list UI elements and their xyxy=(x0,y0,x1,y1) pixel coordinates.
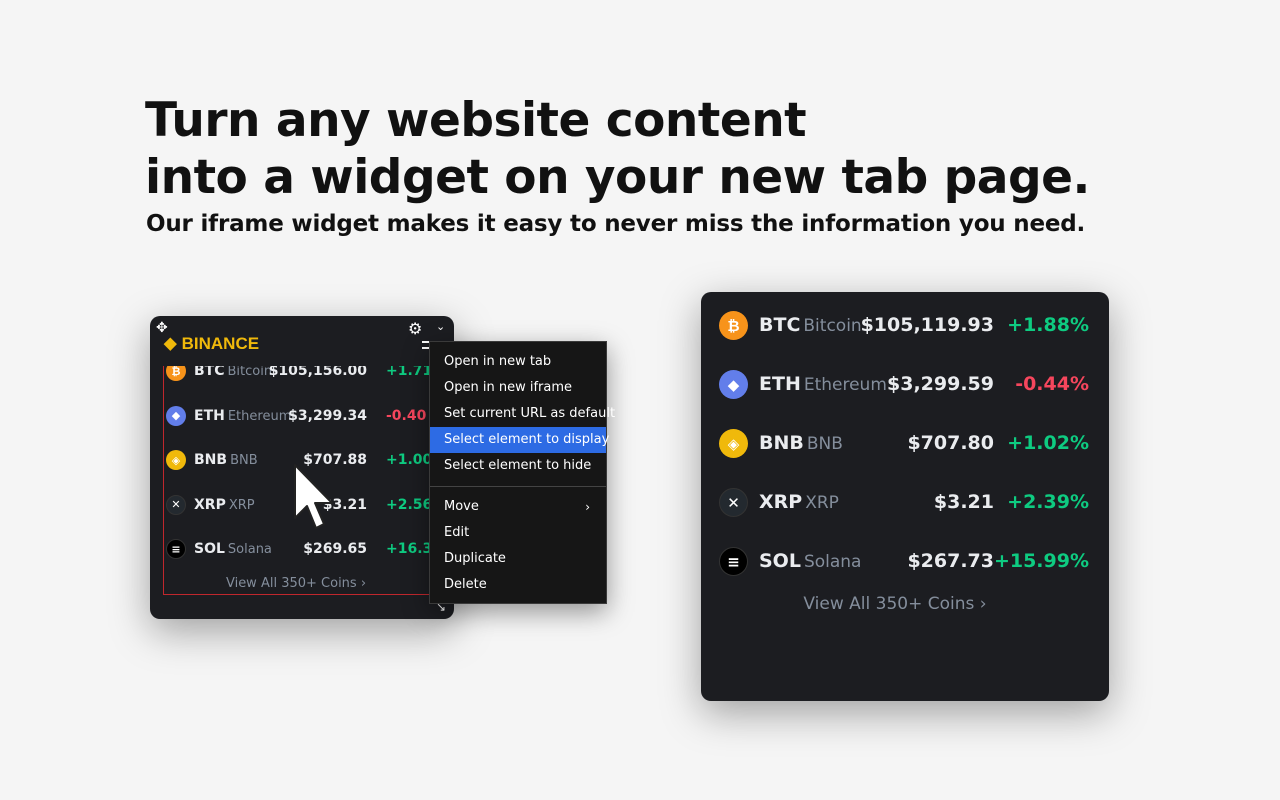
view-all-link[interactable]: View All 350+ Coins › xyxy=(164,576,428,591)
coin-row[interactable]: ◈ BNB BNB $707.80 +1.02% xyxy=(701,424,1109,464)
context-menu-item-label: Delete xyxy=(444,577,487,592)
context-menu-item-label: Open in new tab xyxy=(444,354,552,369)
view-all-link[interactable]: View All 350+ Coins › xyxy=(701,594,1089,614)
context-menu-item-label: Open in new iframe xyxy=(444,380,573,395)
coin-symbol-text: SOL xyxy=(759,550,801,572)
coin-symbol: ETH Ethereum xyxy=(194,408,291,424)
headline-line-1: Turn any website content xyxy=(145,93,807,148)
context-menu-item[interactable]: Delete xyxy=(430,572,606,598)
chevron-down-icon[interactable]: ⌄ xyxy=(436,320,445,333)
coin-name: XRP xyxy=(805,493,839,513)
coin-change: +1.00 xyxy=(386,452,433,468)
coin-symbol: BNB BNB xyxy=(194,452,258,468)
bnb-icon: ◈ xyxy=(166,450,186,470)
coin-price: $3,299.59 xyxy=(887,373,994,395)
context-menu-item-label: Edit xyxy=(444,525,470,540)
context-menu-item[interactable]: Open in new tab xyxy=(430,349,606,375)
coin-symbol: BTC Bitcoin xyxy=(194,366,272,379)
coin-symbol: XRP XRP xyxy=(759,491,839,513)
bitcoin-icon: ₿ xyxy=(166,366,186,381)
subtitle: Our iframe widget makes it easy to never… xyxy=(146,211,1086,237)
coin-price: $3,299.34 xyxy=(288,407,367,424)
coin-name: XRP xyxy=(228,497,255,513)
chevron-right-icon: › xyxy=(585,500,590,514)
bitcoin-icon: ₿ xyxy=(719,311,748,340)
coin-name: Ethereum xyxy=(803,375,887,395)
context-menu-item[interactable]: Select element to hide xyxy=(430,453,606,479)
binance-logo-text: BINANCE xyxy=(181,333,260,353)
coin-row[interactable]: ◆ ETH Ethereum $3,299.59 -0.44% xyxy=(701,365,1109,405)
coin-price: $267.73 xyxy=(907,550,994,572)
bnb-icon: ◈ xyxy=(719,429,748,458)
coin-change: -0.44% xyxy=(1015,373,1089,395)
binance-logo-icon: ⬥ xyxy=(164,333,177,353)
xrp-icon: ✕ xyxy=(719,488,748,517)
context-menu-item-label: Duplicate xyxy=(444,551,506,566)
context-menu-item[interactable]: Open in new iframe xyxy=(430,375,606,401)
context-menu-item[interactable]: Duplicate xyxy=(430,546,606,572)
coin-change: +1.88% xyxy=(1007,314,1089,336)
coin-row[interactable]: ≡ SOL Solana $267.73 +15.99% xyxy=(701,542,1109,582)
context-menu: Open in new tab Open in new iframe Set cur… xyxy=(429,341,615,604)
coin-symbol: BTC Bitcoin xyxy=(759,314,862,336)
coin-symbol: SOL Solana xyxy=(759,550,861,572)
coin-row[interactable]: ✕ XRP XRP $3.21 +2.39% xyxy=(701,483,1109,523)
coin-symbol-text: SOL xyxy=(194,541,225,557)
coin-row[interactable]: ₿ BTC Bitcoin $105,156.00 +1.71 xyxy=(164,366,454,406)
coin-change: +2.56 xyxy=(386,496,433,513)
mouse-cursor-icon xyxy=(294,464,333,529)
coin-symbol-text: XRP xyxy=(759,491,803,513)
coin-symbol: XRP XRP xyxy=(194,497,255,513)
context-menu-item[interactable]: Set current URL as default xyxy=(430,401,615,427)
coin-name: Solana xyxy=(803,552,862,572)
ethereum-icon: ◆ xyxy=(166,405,186,426)
coin-symbol-text: BTC xyxy=(194,366,225,379)
coin-symbol-text: ETH xyxy=(194,407,225,424)
coin-symbol: ETH Ethereum xyxy=(759,373,887,395)
coin-symbol: SOL Solana xyxy=(194,541,272,557)
context-menu-item-label: Set current URL as default xyxy=(444,406,616,421)
coin-name: Solana xyxy=(227,542,272,557)
coin-symbol: BNB BNB xyxy=(759,432,843,454)
coin-price: $269.65 xyxy=(303,541,367,557)
coin-row[interactable]: ◆ ETH Ethereum $3,299.34 -0.40 xyxy=(164,405,454,451)
coin-price: $105,156.00 xyxy=(268,366,367,379)
context-menu-item-label: Move xyxy=(444,499,479,514)
gear-icon[interactable]: ⚙ xyxy=(408,319,422,338)
menu-divider xyxy=(430,486,606,487)
context-menu-item[interactable]: Edit xyxy=(430,520,606,546)
coin-row[interactable]: ₿ BTC Bitcoin $105,119.93 +1.88% xyxy=(701,306,1109,346)
coin-change: +2.39% xyxy=(1007,491,1089,513)
coin-change: +1.71 xyxy=(386,366,433,379)
coin-name: Bitcoin xyxy=(803,316,862,336)
context-menu-item[interactable]: Select element to display xyxy=(430,427,610,453)
xrp-icon: ✕ xyxy=(166,494,186,515)
context-menu-item-label: Select element to hide xyxy=(444,458,592,473)
coin-symbol-text: BNB xyxy=(194,452,228,468)
context-menu-item[interactable]: Move › xyxy=(430,494,606,520)
coin-change: +1.02% xyxy=(1007,432,1089,454)
coin-name: Bitcoin xyxy=(227,366,273,379)
context-menu-item-label: Select element to display xyxy=(444,432,610,447)
coin-symbol-text: BTC xyxy=(759,314,801,336)
coin-symbol-text: BNB xyxy=(759,432,804,454)
big-widget: View All 350+ Coins › ₿ BTC Bitcoin $105,11… xyxy=(701,292,1109,701)
coin-price: $707.80 xyxy=(907,432,994,454)
coin-name: BNB xyxy=(230,453,258,468)
solana-icon: ≡ xyxy=(166,539,186,559)
headline: Turn any website content into a widget o… xyxy=(145,92,1090,206)
ethereum-icon: ◆ xyxy=(719,370,748,399)
binance-logo: ⬥ BINANCE xyxy=(164,333,259,354)
coin-price: $3.21 xyxy=(933,491,994,513)
coin-change: +15.99% xyxy=(993,550,1089,572)
headline-line-2: into a widget on your new tab page. xyxy=(145,150,1090,205)
coin-name: Ethereum xyxy=(227,408,292,424)
coin-symbol-text: ETH xyxy=(759,373,801,395)
coin-name: BNB xyxy=(806,434,843,454)
coin-price: $105,119.93 xyxy=(860,314,994,336)
solana-icon: ≡ xyxy=(719,547,748,576)
coin-symbol-text: XRP xyxy=(194,496,226,513)
coin-change: -0.40 xyxy=(386,407,427,424)
